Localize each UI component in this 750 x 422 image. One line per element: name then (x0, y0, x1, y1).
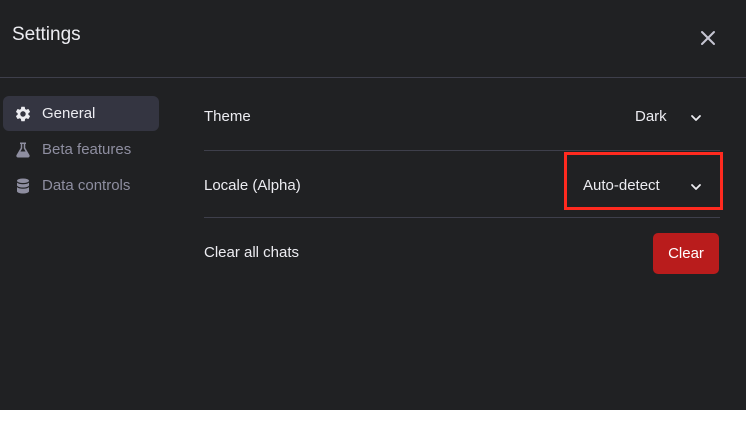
locale-label: Locale (Alpha) (204, 177, 301, 194)
flask-icon (16, 142, 30, 158)
theme-row: Theme Dark (204, 84, 720, 150)
dialog-title: Settings (12, 24, 81, 45)
sidebar-item-label: General (42, 105, 96, 122)
clear-chats-label: Clear all chats (204, 244, 300, 261)
sidebar-item-general[interactable]: General (3, 96, 159, 131)
sidebar-item-beta-features[interactable]: Beta features (3, 132, 159, 167)
chevron-down-icon (691, 184, 701, 190)
settings-dialog: Settings General Beta features Data cont… (0, 0, 746, 410)
locale-select[interactable]: Auto-detect (583, 177, 715, 197)
clear-chats-row: Clear all chats (204, 218, 720, 284)
close-icon (701, 31, 715, 45)
gear-icon (15, 106, 31, 122)
close-button[interactable] (694, 24, 722, 52)
clear-button[interactable]: Clear (653, 233, 719, 274)
locale-row: Locale (Alpha) Auto-detect (204, 151, 720, 217)
chevron-down-icon (691, 115, 701, 121)
sidebar-item-data-controls[interactable]: Data controls (3, 168, 159, 203)
dialog-header: Settings (0, 0, 746, 78)
database-icon (17, 178, 29, 194)
sidebar-item-label: Beta features (42, 141, 132, 158)
theme-select[interactable]: Dark (635, 108, 715, 128)
theme-value: Dark (635, 108, 667, 125)
theme-label: Theme (204, 108, 251, 125)
sidebar-item-label: Data controls (42, 177, 131, 194)
locale-value: Auto-detect (583, 177, 660, 194)
